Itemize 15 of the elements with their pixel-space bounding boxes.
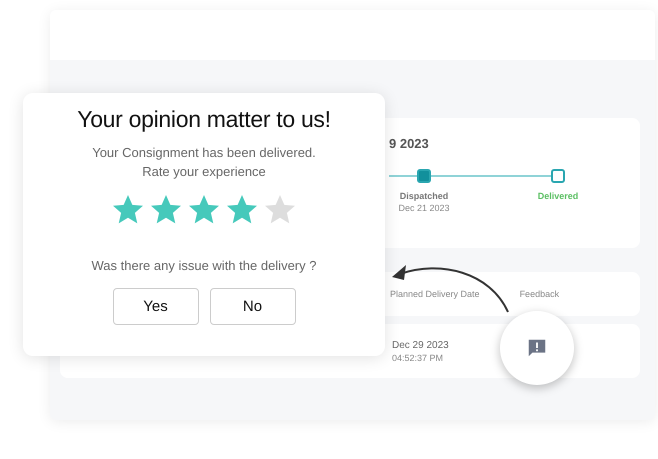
issue-question: Was there any issue with the delivery ?: [92, 258, 316, 273]
column-header: Feedback: [520, 289, 560, 299]
step-date: Dec 21 2023: [398, 203, 450, 213]
dialog-message: Your Consignment has been delivered.: [92, 144, 316, 162]
step-label: Delivered: [538, 191, 578, 201]
step-label: Dispatched: [400, 191, 448, 201]
answer-button[interactable]: Yes: [112, 288, 198, 325]
column-header: Planned Delivery Date: [390, 289, 480, 299]
table-cell-text: 04:52:37 PM: [392, 352, 444, 362]
table-cell: Dec 29 2023: [392, 340, 449, 350]
dialog-title: Your opinion matter to us!: [77, 106, 331, 133]
feedback-icon: [526, 337, 548, 359]
answer-button[interactable]: No: [210, 288, 296, 325]
rating-prompt: Rate your experience: [142, 163, 266, 181]
date-title: 9 2023: [389, 136, 430, 151]
